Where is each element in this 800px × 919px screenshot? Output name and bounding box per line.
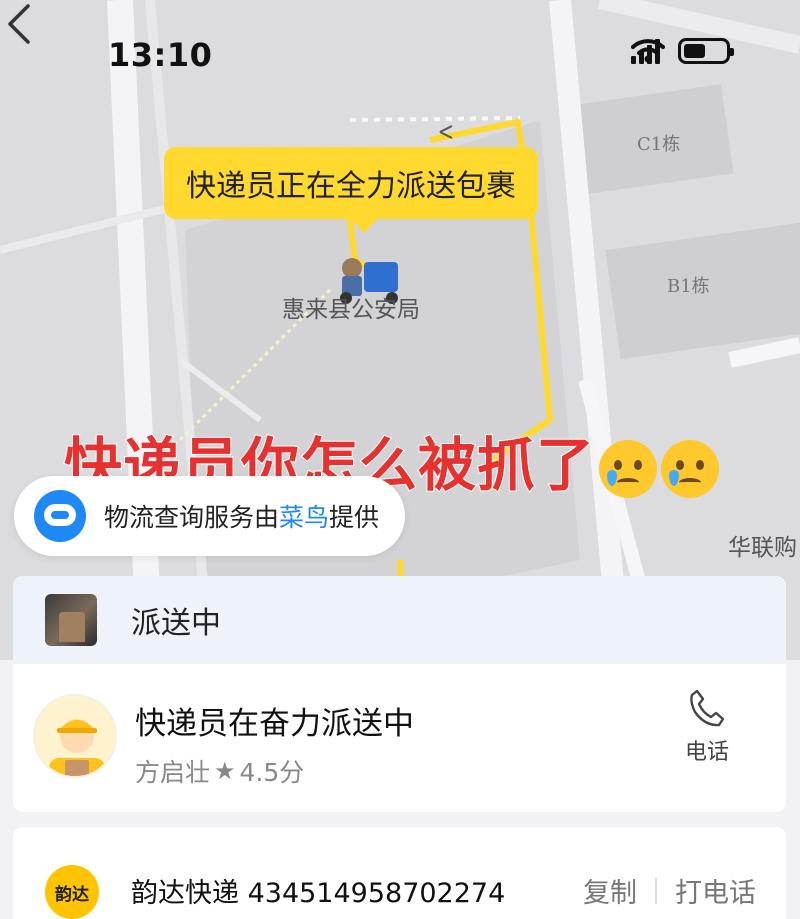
poi-label-police: 惠来县公安局 <box>282 297 420 323</box>
yunda-logo-icon: 韵达 <box>45 865 99 919</box>
courier-rating: 4.5分 <box>239 758 305 787</box>
copy-button[interactable]: 复制 <box>583 871 637 910</box>
courier-avatar <box>33 694 117 778</box>
battery-icon <box>678 38 734 64</box>
poi-label-mall: 华联购 <box>728 535 797 561</box>
courier-row: 快递员在奋力派送中 方启壮 ★ 4.5分 电话 <box>13 688 786 798</box>
divider <box>655 877 657 904</box>
call-courier-button[interactable]: 电话 <box>672 688 742 766</box>
status-header: 派送中 <box>13 576 786 664</box>
status-icons <box>631 38 734 64</box>
building-label-c1: C1栋 <box>637 134 681 155</box>
crying-face-icon <box>599 439 658 498</box>
courier-meta: 方启壮 ★ 4.5分 <box>135 753 414 789</box>
status-time: 13:10 <box>108 36 213 74</box>
phone-icon <box>690 689 725 727</box>
courier-name: 方启壮 <box>135 758 211 787</box>
call-label: 电话 <box>684 740 729 765</box>
delivery-status-card: 派送中 快递员在奋力派送中 方启壮 ★ 4.5分 电话 <box>13 576 786 812</box>
cainiao-logo-icon <box>34 490 86 542</box>
star-icon: ★ <box>214 757 236 785</box>
wifi-icon <box>631 39 665 63</box>
package-thumbnail <box>45 594 97 646</box>
call-carrier-button[interactable]: 打电话 <box>675 871 756 910</box>
courier-info: 快递员在奋力派送中 方启壮 ★ 4.5分 <box>135 698 414 789</box>
tracking-actions: 复制 打电话 <box>583 871 756 910</box>
courier-status-bubble: 快递员正在全力派送包裹 <box>164 147 538 233</box>
tracking-card: 韵达 韵达快递 434514958702274 复制 打电话 <box>13 827 786 919</box>
courier-title: 快递员在奋力派送中 <box>135 706 414 742</box>
logistics-provider-pill: 物流查询服务由菜鸟提供 <box>14 476 406 556</box>
tracking-number: 434514958702274 <box>247 878 506 909</box>
back-chevron-icon[interactable] <box>0 0 40 48</box>
carrier-name: 韵达快递 <box>131 878 239 909</box>
delivery-map[interactable]: 13:10 快递员正在全力派送包裹 惠来县公安局 华联购 C1栋 B1栋 快递员… <box>0 0 800 660</box>
tracking-info: 韵达快递 434514958702274 <box>131 871 505 910</box>
tracking-row: 韵达 韵达快递 434514958702274 复制 打电话 <box>13 857 786 919</box>
status-bar: 13:10 <box>0 0 800 100</box>
provider-brand: 菜鸟 <box>279 503 330 532</box>
delivery-status: 派送中 <box>131 606 221 641</box>
provider-text: 物流查询服务由菜鸟提供 <box>104 503 380 532</box>
crying-face-icon <box>661 439 720 498</box>
building-label-b1: B1栋 <box>667 276 710 297</box>
